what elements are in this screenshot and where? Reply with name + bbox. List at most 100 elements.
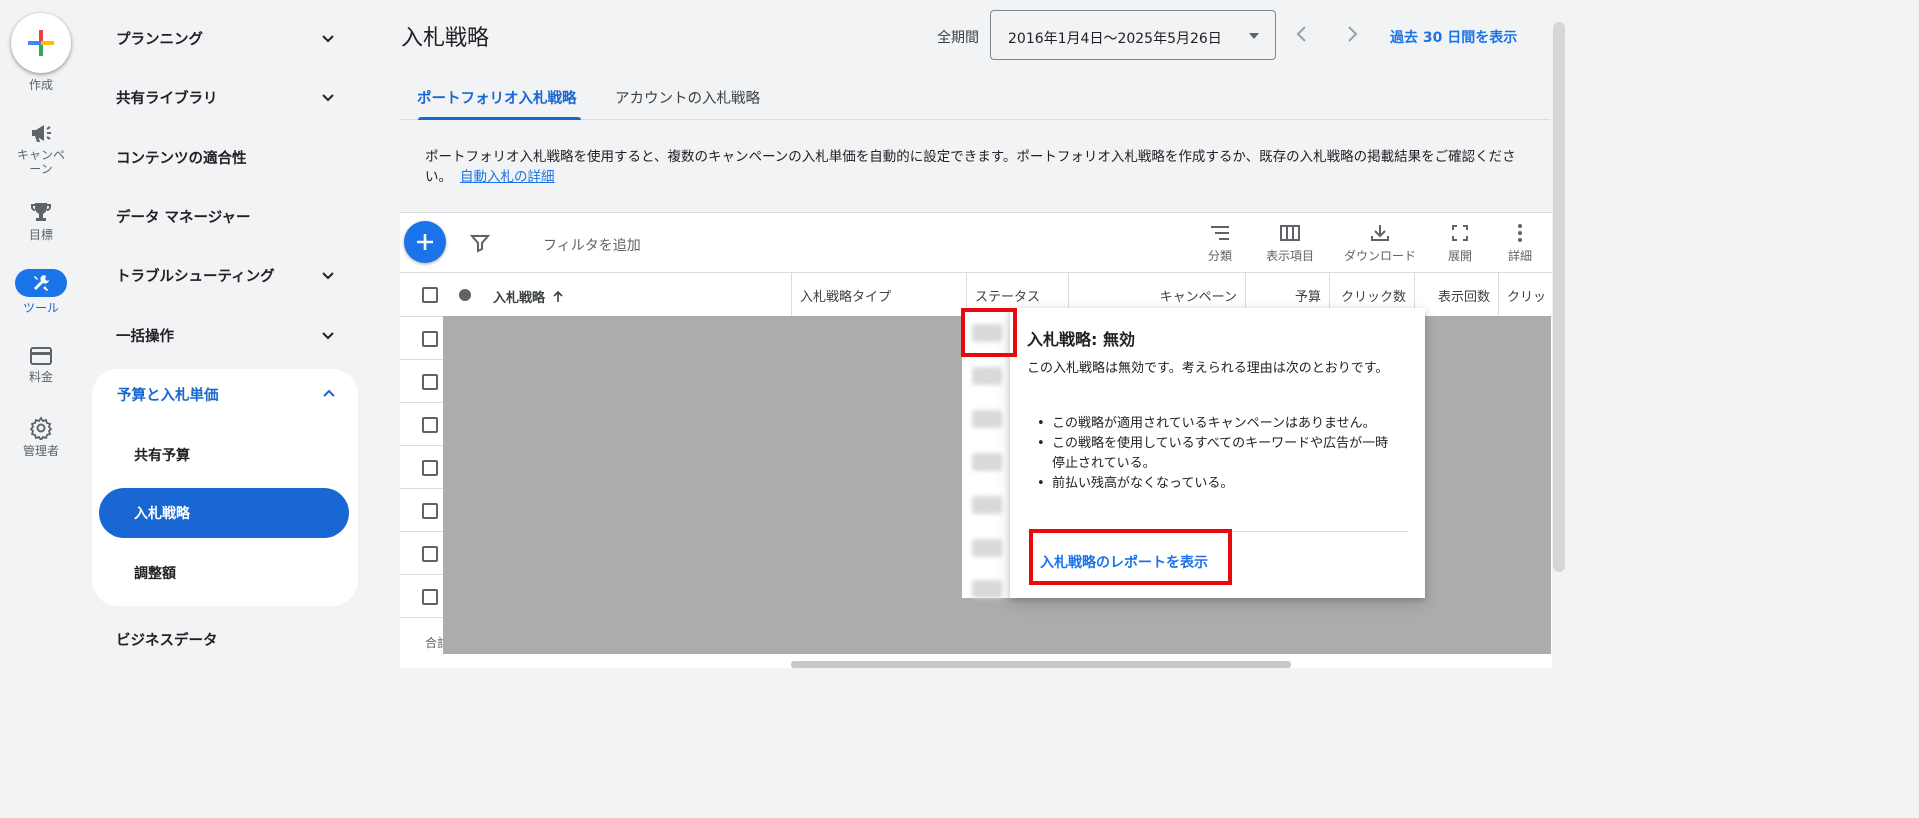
credit-card-icon bbox=[30, 347, 52, 365]
row-checkbox[interactable] bbox=[422, 503, 438, 519]
vertical-scrollbar[interactable] bbox=[1553, 22, 1565, 572]
tab-indicator bbox=[418, 117, 581, 120]
column-header-label: 入札戦略 bbox=[493, 291, 546, 306]
chevron-down-icon bbox=[322, 35, 334, 43]
add-filter-input[interactable]: フィルタを追加 bbox=[543, 235, 641, 255]
submenu-item-adjustments[interactable]: 調整額 bbox=[134, 563, 176, 583]
download-icon bbox=[1371, 225, 1389, 241]
menu-item-business-data[interactable]: ビジネスデータ bbox=[116, 619, 336, 659]
segment-button[interactable]: 分類 bbox=[1206, 223, 1234, 264]
segment-icon bbox=[1211, 226, 1229, 240]
menu-item-data-manager[interactable]: データ マネージャー bbox=[116, 196, 336, 236]
page-title: 入札戦略 bbox=[401, 26, 490, 51]
column-header-label: 表示回数 bbox=[1437, 289, 1490, 305]
add-strategy-button[interactable] bbox=[404, 221, 446, 263]
last-30-days-link[interactable]: 過去 30 日間を表示 bbox=[1390, 27, 1517, 47]
column-header-label: クリッ bbox=[1507, 289, 1547, 305]
row-checkbox[interactable] bbox=[422, 417, 438, 433]
columns-button[interactable]: 表示項目 bbox=[1260, 223, 1320, 264]
column-header-strategy-type[interactable]: 入札戦略タイプ bbox=[791, 273, 966, 317]
row-divider bbox=[400, 402, 444, 403]
menu-item-troubleshooting[interactable]: トラブルシューティング bbox=[116, 255, 336, 295]
left-rail: 作成 キャンペーン 目標 ツール 料金 管理者 bbox=[0, 0, 82, 668]
column-header-ctr[interactable]: クリッ bbox=[1498, 273, 1552, 317]
menu-item-planning[interactable]: プランニング bbox=[116, 18, 336, 58]
menu-item-shared-library[interactable]: 共有ライブラリ bbox=[116, 77, 336, 117]
column-header-impressions[interactable]: 表示回数 bbox=[1414, 273, 1498, 317]
chevron-down-icon bbox=[322, 332, 334, 340]
auto-bidding-details-link[interactable]: 自動入札の詳細 bbox=[460, 169, 555, 185]
highlight-box-report-link bbox=[1029, 529, 1232, 585]
select-all-checkbox[interactable] bbox=[422, 287, 438, 303]
menu-item-content-suitability[interactable]: コンテンツの適合性 bbox=[116, 137, 336, 177]
menu-item-bulk-actions[interactable]: 一括操作 bbox=[116, 315, 336, 355]
tool-label: 展開 bbox=[1447, 249, 1472, 263]
expand-button[interactable]: 展開 bbox=[1446, 223, 1474, 264]
row-checkbox[interactable] bbox=[422, 331, 438, 347]
status-cell[interactable] bbox=[972, 496, 1002, 514]
filter-icon[interactable] bbox=[470, 233, 490, 253]
rail-item-tools[interactable]: ツール bbox=[0, 269, 82, 315]
status-cell[interactable] bbox=[972, 367, 1002, 385]
tool-label: 表示項目 bbox=[1265, 249, 1314, 263]
plus-icon bbox=[417, 234, 433, 250]
menu-item-label: 予算と入札単価 bbox=[117, 387, 219, 404]
menu-item-budgets-and-bids[interactable]: 予算と入札単価 bbox=[117, 374, 337, 414]
period-label: 全期間 bbox=[937, 30, 979, 46]
strategy-tabs: ポートフォリオ入札戦略 アカウントの入札戦略 bbox=[400, 78, 1550, 120]
create-button[interactable] bbox=[11, 13, 71, 73]
description: ポートフォリオ入札戦略を使用すると、複数のキャンペーンの入札単価を自動的に設定で… bbox=[425, 147, 1530, 187]
tools-icon bbox=[34, 275, 49, 291]
status-dot-icon bbox=[459, 289, 471, 301]
highlight-box-status bbox=[961, 308, 1017, 357]
horizontal-scrollbar[interactable] bbox=[791, 661, 1291, 668]
row-divider bbox=[400, 488, 444, 489]
tool-label: 分類 bbox=[1207, 249, 1232, 263]
column-header-strategy[interactable]: 入札戦略 bbox=[493, 287, 565, 306]
row-checkbox[interactable] bbox=[422, 589, 438, 605]
row-checkbox[interactable] bbox=[422, 460, 438, 476]
column-header-label: クリック数 bbox=[1340, 289, 1406, 305]
download-button[interactable]: ダウンロード bbox=[1338, 223, 1422, 264]
megaphone-icon bbox=[32, 125, 51, 142]
rail-item-campaigns[interactable]: キャンペーン bbox=[0, 122, 82, 176]
status-cell[interactable] bbox=[972, 410, 1002, 428]
dropdown-caret-icon bbox=[1249, 33, 1259, 39]
popover-reason-list: この戦略が適用されているキャンペーンはありません。 この戦略を使用しているすべて… bbox=[1037, 414, 1397, 494]
popover-title: 入札戦略: 無効 bbox=[1027, 330, 1135, 349]
status-cell[interactable] bbox=[972, 539, 1002, 557]
more-button[interactable]: 詳細 bbox=[1506, 223, 1534, 264]
column-header-label: キャンペーン bbox=[1159, 289, 1237, 305]
popover-reason: この戦略を使用しているすべてのキーワードや広告が一時停止されている。 bbox=[1037, 434, 1397, 474]
column-header-label: ステータス bbox=[975, 289, 1041, 305]
tab-portfolio-strategies[interactable]: ポートフォリオ入札戦略 bbox=[417, 87, 577, 108]
menu-item-label: プランニング bbox=[116, 31, 203, 48]
chevron-down-icon bbox=[322, 272, 334, 280]
rail-label-campaigns: キャンペーン bbox=[16, 148, 65, 176]
trophy-icon bbox=[31, 203, 51, 221]
status-cell[interactable] bbox=[972, 580, 1002, 598]
rail-label-goals: 目標 bbox=[28, 228, 53, 242]
arrow-up-icon bbox=[553, 290, 563, 302]
chevron-right-icon[interactable] bbox=[1342, 24, 1362, 44]
rail-item-admin[interactable]: 管理者 bbox=[0, 416, 82, 458]
row-divider bbox=[400, 617, 444, 618]
rail-label-admin: 管理者 bbox=[22, 444, 59, 458]
row-checkbox[interactable] bbox=[422, 374, 438, 390]
row-divider bbox=[400, 359, 444, 360]
rail-item-billing[interactable]: 料金 bbox=[0, 346, 82, 384]
date-range-select[interactable]: 2016年1月4日～2025年5月26日 bbox=[990, 10, 1276, 60]
tools-pill bbox=[15, 269, 67, 297]
status-cell[interactable] bbox=[972, 453, 1002, 471]
tab-account-strategies[interactable]: アカウントの入札戦略 bbox=[615, 87, 760, 108]
gear-icon bbox=[29, 416, 53, 440]
rail-item-goals[interactable]: 目標 bbox=[0, 200, 82, 242]
popover-reason: この戦略が適用されているキャンペーンはありません。 bbox=[1037, 414, 1397, 434]
submenu-item-bid-strategies[interactable]: 入札戦略 bbox=[99, 488, 349, 538]
row-checkbox[interactable] bbox=[422, 546, 438, 562]
fullscreen-icon bbox=[1452, 225, 1468, 241]
submenu-item-shared-budgets[interactable]: 共有予算 bbox=[134, 445, 190, 465]
description-text: ポートフォリオ入札戦略を使用すると、複数のキャンペーンの入札単価を自動的に設定で… bbox=[425, 149, 1516, 185]
chevron-left-icon[interactable] bbox=[1292, 24, 1312, 44]
menu-item-label: ビジネスデータ bbox=[116, 632, 218, 649]
